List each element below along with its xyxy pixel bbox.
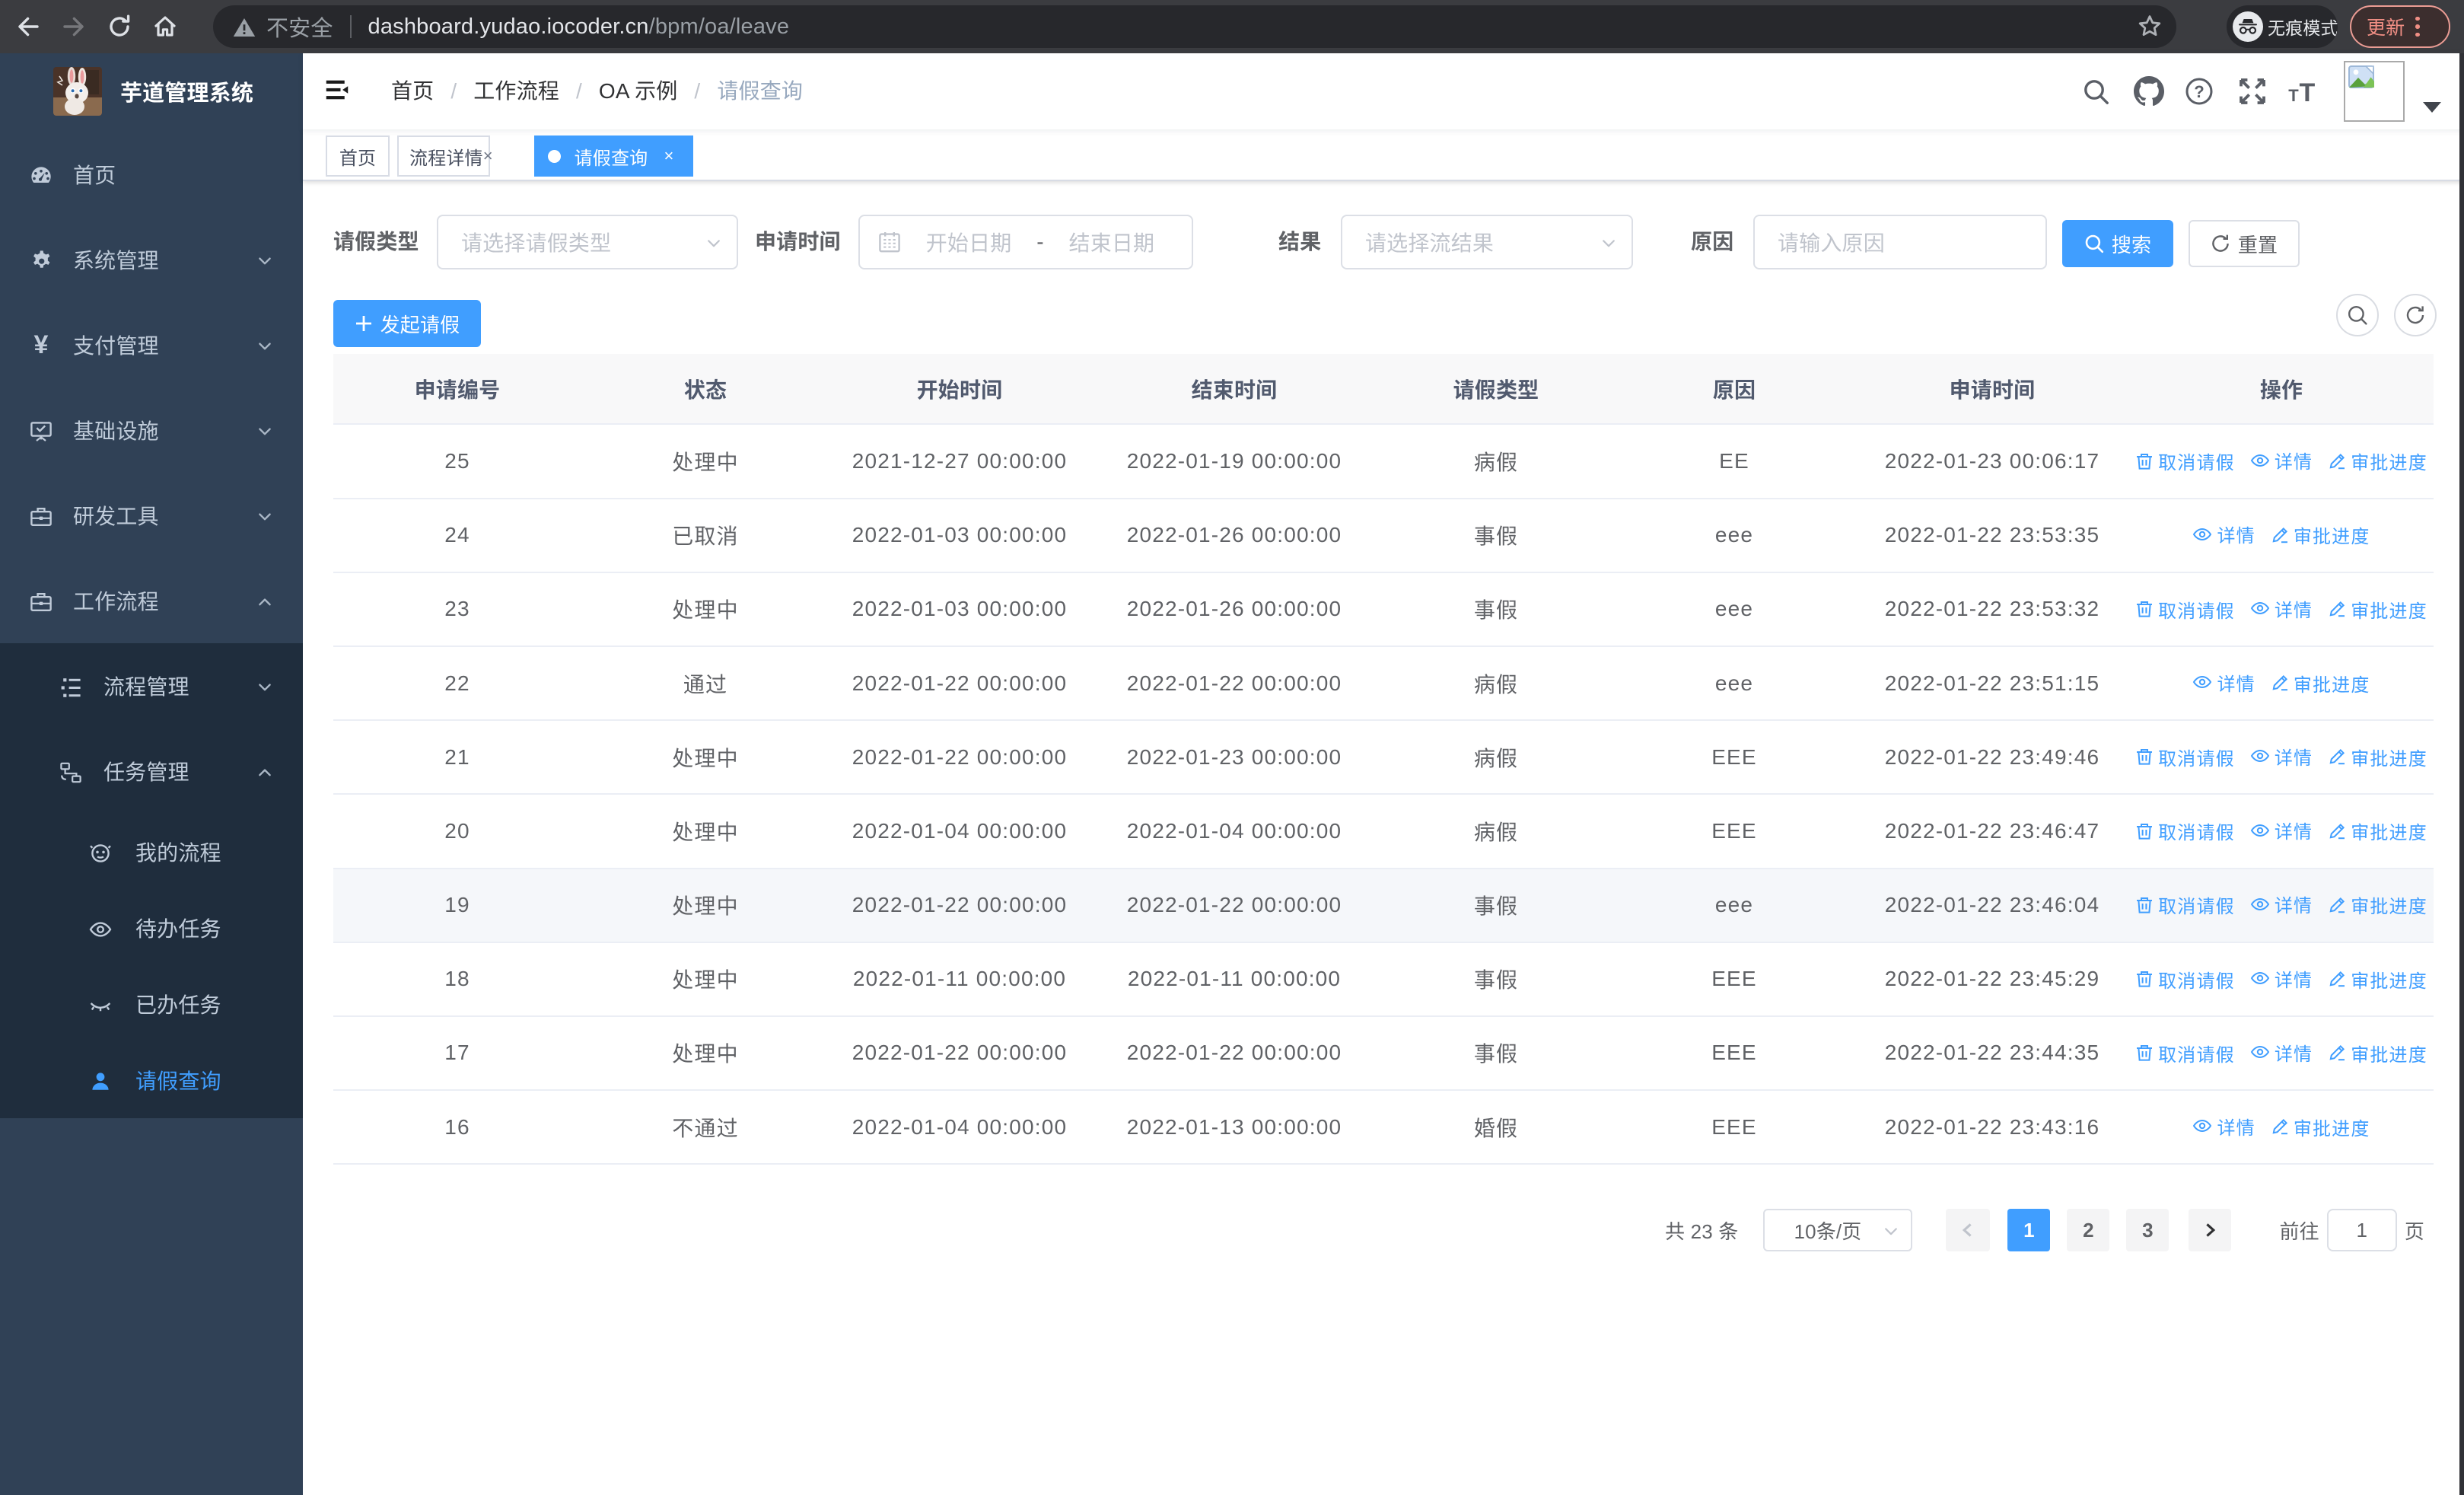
svg-text:T: T — [2288, 86, 2299, 105]
svg-text:T: T — [2300, 78, 2316, 106]
svg-text:?: ? — [2194, 82, 2205, 101]
